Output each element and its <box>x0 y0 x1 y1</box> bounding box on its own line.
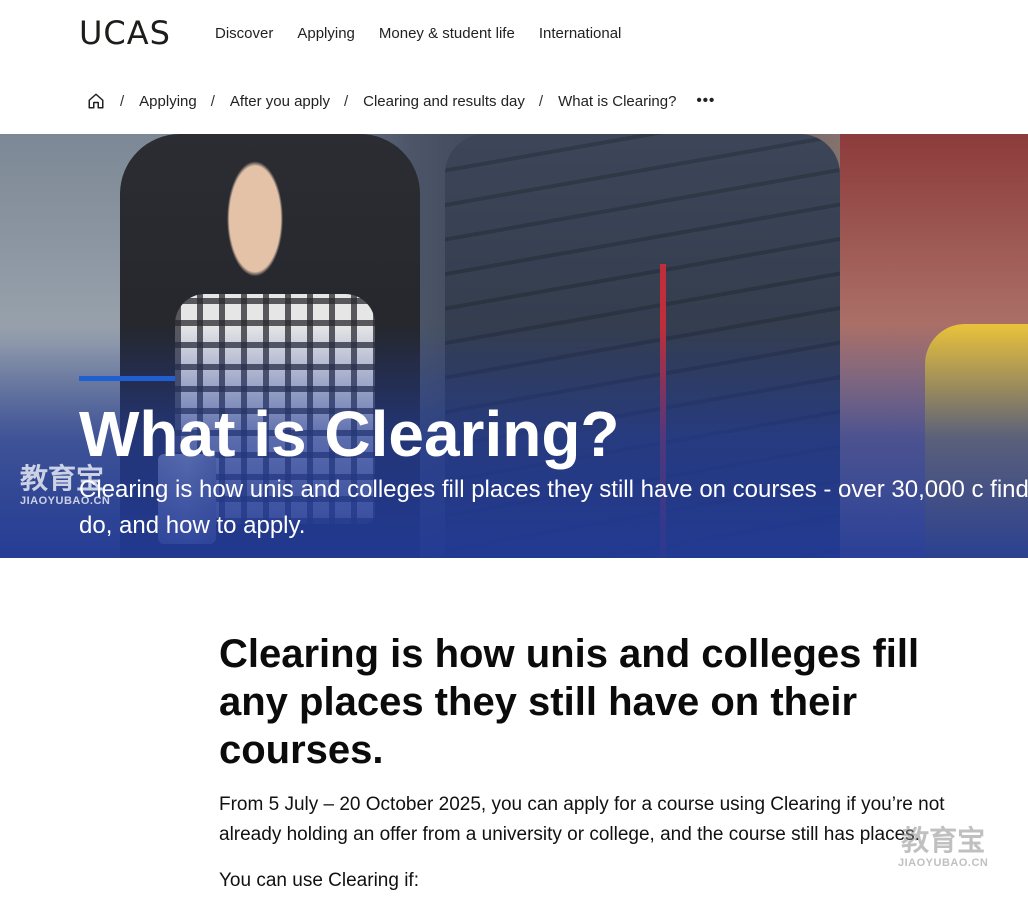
breadcrumb: / Applying / After you apply / Clearing … <box>86 88 715 114</box>
content-heading: Clearing is how unis and colleges fill a… <box>219 632 920 772</box>
breadcrumb-applying[interactable]: Applying <box>139 93 197 110</box>
content-paragraph: From 5 July – 20 October 2025, you can a… <box>219 794 945 845</box>
breadcrumb-separator: / <box>120 92 125 110</box>
home-icon[interactable] <box>86 91 106 111</box>
main-nav: Discover Applying Money & student life I… <box>215 24 621 44</box>
breadcrumb-more-icon[interactable]: ••• <box>696 93 715 108</box>
page-title: What is Clearing? <box>79 398 620 470</box>
site-header: UCAS Discover Applying Money & student l… <box>0 0 1028 68</box>
hero-banner: 教育宝 JIAOYUBAO.CN What is Clearing? Clear… <box>0 134 1028 558</box>
hero-accent-bar <box>79 376 175 381</box>
hero-subtitle: Clearing is how unis and colleges fill p… <box>79 476 1028 539</box>
nav-money-student-life[interactable]: Money & student life <box>379 24 515 44</box>
watermark-en: JIAOYUBAO.CN <box>898 857 989 869</box>
content-paragraph-intro-list: You can use Clearing if: <box>219 870 419 891</box>
breadcrumb-current-page: What is Clearing? <box>558 92 677 110</box>
breadcrumb-clearing-results-day[interactable]: Clearing and results day <box>363 93 525 110</box>
nav-international[interactable]: International <box>539 24 622 44</box>
watermark-cn: 教育宝 <box>901 825 986 856</box>
breadcrumb-after-you-apply[interactable]: After you apply <box>230 93 330 110</box>
breadcrumb-separator: / <box>538 92 544 110</box>
nav-discover[interactable]: Discover <box>215 24 273 44</box>
watermark-logo-body: 教育宝 JIAOYUBAO.CN <box>898 826 988 870</box>
breadcrumb-separator: / <box>343 92 349 110</box>
nav-applying[interactable]: Applying <box>297 24 355 44</box>
ucas-logo[interactable]: UCAS <box>79 14 171 52</box>
breadcrumb-separator: / <box>210 92 215 110</box>
